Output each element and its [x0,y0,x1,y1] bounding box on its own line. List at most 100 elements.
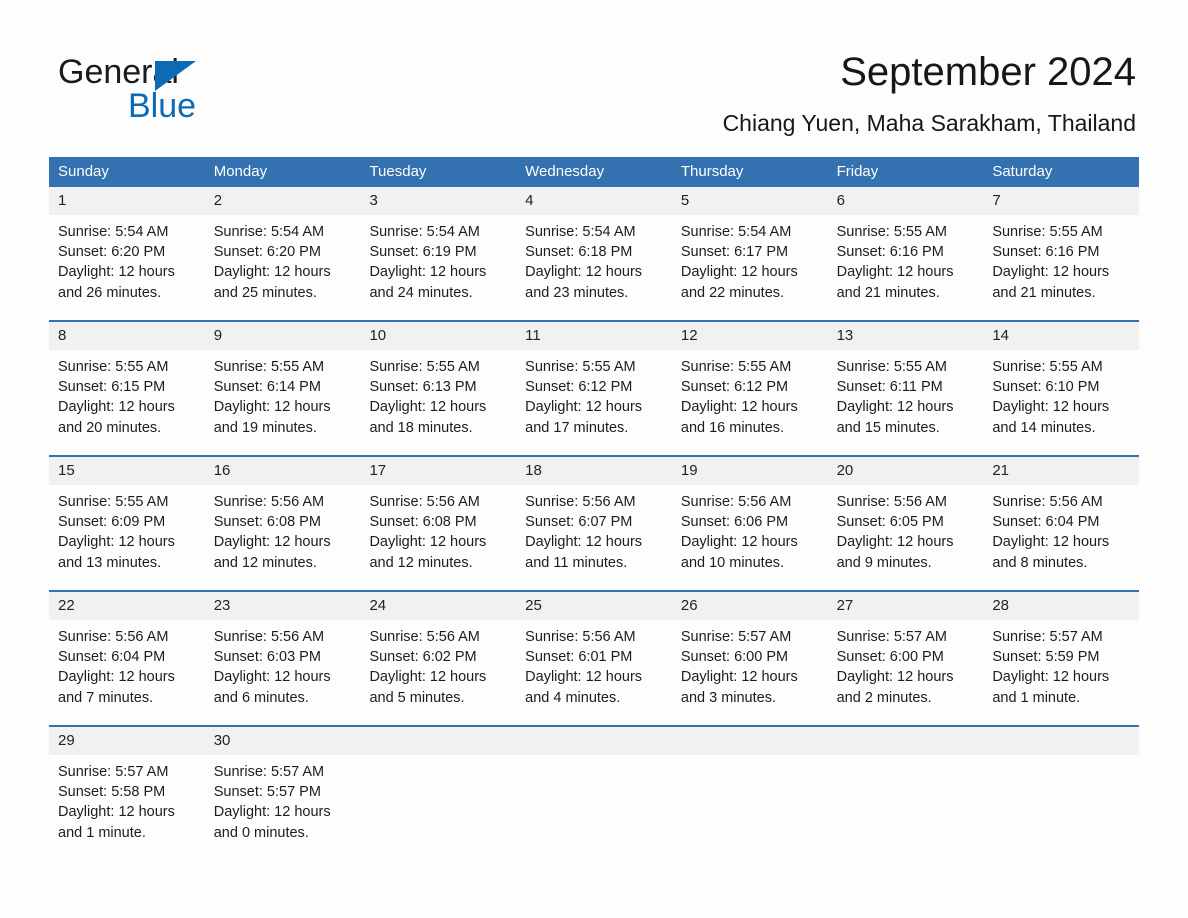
day-cell[interactable]: Sunrise: 5:55 AM Sunset: 6:14 PM Dayligh… [205,350,361,455]
week-detail-band: Sunrise: 5:55 AM Sunset: 6:09 PM Dayligh… [49,485,1139,590]
day-cell[interactable]: Sunrise: 5:56 AM Sunset: 6:04 PM Dayligh… [983,485,1139,590]
week-detail-band: Sunrise: 5:57 AM Sunset: 5:58 PM Dayligh… [49,755,1139,860]
sunrise-text: Sunrise: 5:55 AM [369,359,480,375]
sunrise-text: Sunrise: 5:56 AM [992,494,1103,510]
day-cell[interactable]: Sunrise: 5:56 AM Sunset: 6:05 PM Dayligh… [828,485,984,590]
day-number[interactable]: 22 [49,592,205,620]
day-cell[interactable]: Sunrise: 5:57 AM Sunset: 5:57 PM Dayligh… [205,755,361,860]
day-number[interactable]: 1 [49,187,205,215]
day-number[interactable]: 8 [49,322,205,350]
day-number[interactable]: 19 [672,457,828,485]
day-cell-empty [983,755,1139,860]
day-number[interactable]: 14 [983,322,1139,350]
daylight-text: Daylight: 12 hours and 25 minutes. [213,264,331,301]
daylight-text: Daylight: 12 hours and 1 minute. [58,804,175,841]
sunset-text: Sunset: 6:03 PM [213,649,321,666]
week-date-band: 29 30 [49,727,1139,755]
day-number[interactable]: 28 [983,592,1139,620]
day-number[interactable]: 5 [672,187,828,215]
day-number[interactable]: 26 [672,592,828,620]
day-cell-empty [828,755,984,860]
day-number[interactable]: 12 [672,322,828,350]
day-cell[interactable]: Sunrise: 5:57 AM Sunset: 5:59 PM Dayligh… [983,620,1139,725]
day-cell[interactable]: Sunrise: 5:56 AM Sunset: 6:01 PM Dayligh… [516,620,672,725]
daylight-text: Daylight: 12 hours and 12 minutes. [213,534,331,571]
day-cell[interactable]: Sunrise: 5:55 AM Sunset: 6:12 PM Dayligh… [516,350,672,455]
day-cell[interactable]: Sunrise: 5:55 AM Sunset: 6:12 PM Dayligh… [672,350,828,455]
daylight-text: Daylight: 12 hours and 7 minutes. [58,669,175,706]
day-cell[interactable]: Sunrise: 5:55 AM Sunset: 6:16 PM Dayligh… [983,215,1139,320]
day-cell[interactable]: Sunrise: 5:54 AM Sunset: 6:17 PM Dayligh… [672,215,828,320]
day-cell[interactable]: Sunrise: 5:55 AM Sunset: 6:16 PM Dayligh… [828,215,984,320]
day-number[interactable]: 21 [983,457,1139,485]
day-number[interactable]: 23 [205,592,361,620]
sunset-text: Sunset: 6:13 PM [369,379,477,396]
week-date-band: 15 16 17 18 19 20 21 [49,457,1139,485]
daylight-text: Daylight: 12 hours and 13 minutes. [58,534,175,571]
day-number[interactable]: 30 [205,727,361,755]
day-number[interactable]: 25 [516,592,672,620]
day-number[interactable]: 20 [828,457,984,485]
day-number[interactable]: 6 [828,187,984,215]
daylight-text: Daylight: 12 hours and 0 minutes. [213,804,331,841]
day-cell[interactable]: Sunrise: 5:54 AM Sunset: 6:20 PM Dayligh… [49,215,205,320]
daylight-text: Daylight: 12 hours and 19 minutes. [213,399,331,436]
day-number[interactable]: 15 [49,457,205,485]
sunrise-text: Sunrise: 5:56 AM [213,494,325,510]
day-number[interactable]: 11 [516,322,672,350]
day-number[interactable]: 13 [828,322,984,350]
day-cell[interactable]: Sunrise: 5:55 AM Sunset: 6:13 PM Dayligh… [360,350,516,455]
day-number[interactable]: 17 [360,457,516,485]
day-cell[interactable]: Sunrise: 5:54 AM Sunset: 6:20 PM Dayligh… [205,215,361,320]
sunset-text: Sunset: 6:08 PM [213,514,321,531]
day-cell[interactable]: Sunrise: 5:55 AM Sunset: 6:15 PM Dayligh… [49,350,205,455]
day-cell[interactable]: Sunrise: 5:55 AM Sunset: 6:11 PM Dayligh… [828,350,984,455]
day-cell[interactable]: Sunrise: 5:56 AM Sunset: 6:07 PM Dayligh… [516,485,672,590]
day-number[interactable]: 29 [49,727,205,755]
weekday-header-friday: Friday [836,163,879,180]
day-number[interactable]: 3 [360,187,516,215]
sunset-text: Sunset: 5:57 PM [213,784,321,801]
day-cell[interactable]: Sunrise: 5:56 AM Sunset: 6:06 PM Dayligh… [672,485,828,590]
weekday-header-thursday: Thursday [680,163,744,180]
day-cell[interactable]: Sunrise: 5:55 AM Sunset: 6:10 PM Dayligh… [983,350,1139,455]
sunrise-text: Sunrise: 5:56 AM [369,629,480,645]
sunset-text: Sunset: 6:16 PM [836,244,944,261]
sunrise-text: Sunrise: 5:55 AM [58,494,169,510]
sunset-text: Sunset: 6:00 PM [836,649,944,666]
general-blue-logo[interactable]: General Blue [58,52,298,132]
day-number[interactable]: 9 [205,322,361,350]
day-cell-empty [360,755,516,860]
daylight-text: Daylight: 12 hours and 14 minutes. [992,399,1110,436]
day-number[interactable]: 24 [360,592,516,620]
day-cell[interactable]: Sunrise: 5:54 AM Sunset: 6:18 PM Dayligh… [516,215,672,320]
day-number[interactable]: 27 [828,592,984,620]
day-cell[interactable]: Sunrise: 5:56 AM Sunset: 6:08 PM Dayligh… [360,485,516,590]
day-cell[interactable]: Sunrise: 5:56 AM Sunset: 6:02 PM Dayligh… [360,620,516,725]
sunrise-text: Sunrise: 5:54 AM [213,224,325,240]
sunrise-text: Sunrise: 5:55 AM [525,359,636,375]
day-number[interactable]: 16 [205,457,361,485]
day-cell[interactable]: Sunrise: 5:57 AM Sunset: 6:00 PM Dayligh… [672,620,828,725]
calendar-week-row: 22 23 24 25 26 27 28 Sunrise: 5:56 AM Su… [49,590,1139,725]
daylight-text: Daylight: 12 hours and 11 minutes. [525,534,643,571]
sunset-text: Sunset: 6:14 PM [213,379,321,396]
day-number[interactable]: 4 [516,187,672,215]
sunrise-text: Sunrise: 5:56 AM [369,494,480,510]
day-number[interactable]: 10 [360,322,516,350]
calendar-page: General Blue September 2024 Chiang Yuen,… [0,0,1188,918]
day-cell[interactable]: Sunrise: 5:57 AM Sunset: 6:00 PM Dayligh… [828,620,984,725]
sunrise-text: Sunrise: 5:54 AM [680,224,792,240]
day-cell[interactable]: Sunrise: 5:56 AM Sunset: 6:08 PM Dayligh… [205,485,361,590]
day-cell[interactable]: Sunrise: 5:56 AM Sunset: 6:03 PM Dayligh… [205,620,361,725]
day-number[interactable]: 2 [205,187,361,215]
day-cell[interactable]: Sunrise: 5:56 AM Sunset: 6:04 PM Dayligh… [49,620,205,725]
daylight-text: Daylight: 12 hours and 4 minutes. [525,669,643,706]
day-cell[interactable]: Sunrise: 5:55 AM Sunset: 6:09 PM Dayligh… [49,485,205,590]
day-cell[interactable]: Sunrise: 5:57 AM Sunset: 5:58 PM Dayligh… [49,755,205,860]
sunset-text: Sunset: 6:19 PM [369,244,477,261]
day-number[interactable]: 18 [516,457,672,485]
day-number[interactable]: 7 [983,187,1139,215]
day-cell[interactable]: Sunrise: 5:54 AM Sunset: 6:19 PM Dayligh… [360,215,516,320]
sunrise-text: Sunrise: 5:56 AM [58,629,169,645]
